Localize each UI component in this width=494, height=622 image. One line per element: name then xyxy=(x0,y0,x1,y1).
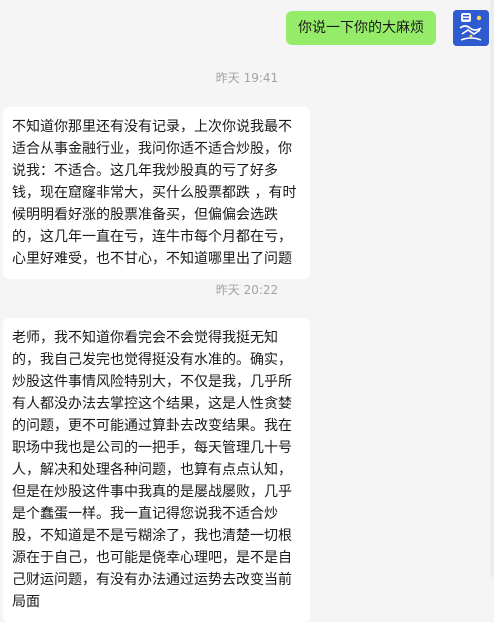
message-line: 心里好难受，也不甘心，不知道哪里出了问题 xyxy=(12,251,292,267)
incoming-message[interactable]: 老师，我不知道你看完会不会觉得我挺无知 的，我自己发完也觉得挺没有水准的。确实，… xyxy=(3,318,310,622)
message-line: 的，我自己发完也觉得挺没有水准的。确实， xyxy=(12,352,292,368)
message-line: 候明明看好涨的股票准备买，但偏偏会选跌 xyxy=(12,207,278,223)
wealth-avatar-icon xyxy=(453,10,489,46)
message-line: 职场中我也是公司的一把手，每天管理几十号 xyxy=(12,440,292,456)
scrollbar[interactable] xyxy=(490,0,494,577)
timestamp: 昨天 19:41 xyxy=(215,71,279,85)
message-line: 老师，我不知道你看完会不会觉得我挺无知 xyxy=(12,330,278,346)
message-line: 是个蠢蛋一样。我一直记得您说我不适合炒 xyxy=(12,506,278,522)
message-line: 局面 xyxy=(12,594,40,610)
message-line: 股，不知道是不是亏糊涂了，我也清楚一切根 xyxy=(12,528,292,544)
message-line: 的问题，更不可能通过算卦去改变结果。我在 xyxy=(12,418,292,434)
user-avatar[interactable] xyxy=(453,10,489,46)
message-line: 的，这几年一直在亏，连牛市每个月都在亏， xyxy=(12,229,292,245)
message-line: 人，解决和处理各种问题，也算有点点认知， xyxy=(12,462,292,478)
message-line: 炒股这件事情风险特别大，不仅是我，几乎所 xyxy=(12,374,292,390)
incoming-message[interactable]: 不知道你那里还有没有记录，上次你说我最不 适合从事金融行业，我问你适不适合炒股，… xyxy=(3,107,310,279)
outgoing-message-text: 你说一下你的大麻烦 xyxy=(298,20,424,36)
message-line: 源在于自己，也可能是侥幸心理吧，是不是自 xyxy=(12,550,292,566)
message-line: 适合从事金融行业，我问你适不适合炒股，你 xyxy=(12,141,292,157)
message-line: 说我：不适合。这几年我炒股真的亏了好多 xyxy=(12,163,278,179)
message-line: 钱，现在窟窿非常大，买什么股票都跌 ，有时 xyxy=(12,185,297,201)
message-line: 有人都没办法去掌控这个结果，这是人性贪婪 xyxy=(12,396,292,412)
chat-window: 你说一下你的大麻烦 昨天 19:41 不知道你那里还有没有记录，上次你说我最不 … xyxy=(0,0,494,622)
message-line: 但是在炒股这件事中我真的是屡战屡败，几乎 xyxy=(12,484,292,500)
outgoing-message[interactable]: 你说一下你的大麻烦 xyxy=(286,11,436,45)
timestamp: 昨天 20:22 xyxy=(215,283,279,297)
message-line: 己财运问题，有没有办法通过运势去改变当前 xyxy=(12,572,292,588)
message-line: 不知道你那里还有没有记录，上次你说我最不 xyxy=(12,119,292,135)
